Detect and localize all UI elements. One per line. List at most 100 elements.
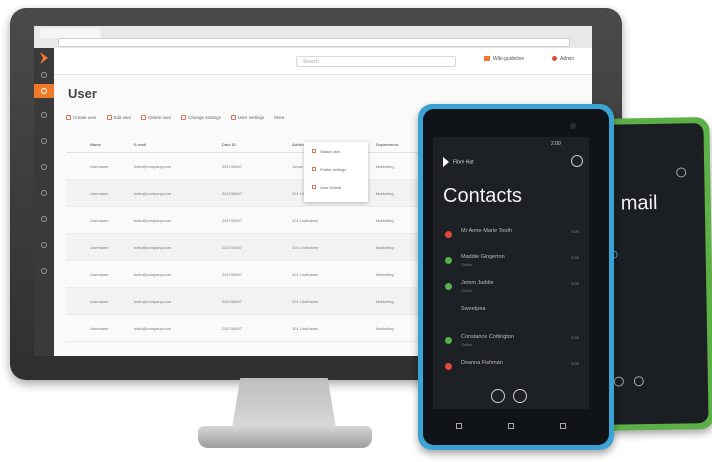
phone-body: 2:00 Fibre Hat Contacts Mr Anne-Marie To… [423,109,609,445]
table-cell: 101 Lindhaven [292,217,319,223]
contact-item[interactable]: Sweetpea [443,305,583,327]
table-cell: Username [90,298,109,304]
browser-chrome [34,26,592,49]
user-settings-button[interactable]: User settings [230,114,264,120]
column-header[interactable]: E-mail [120,142,206,147]
trash-icon [312,185,316,189]
contact-time: 3:00 [571,335,579,340]
dropdown-item[interactable]: User Delete [304,178,368,196]
sidebar-item-4[interactable] [34,160,54,174]
search-icon[interactable] [676,167,687,178]
contact-time: 3:00 [571,361,579,366]
action-toolbar: Create user Edit user Delete user Change… [66,112,284,122]
sidebar-item-5[interactable] [34,186,54,200]
status-icon [312,149,316,153]
phone-blue: 2:00 Fibre Hat Contacts Mr Anne-Marie To… [418,104,614,450]
contact-name: Constance Cottington [461,334,514,340]
table-cell: 2017/06/07 [222,244,243,250]
sync-icon[interactable] [513,389,527,403]
table-cell: 2017/06/07 [222,190,243,196]
search-input[interactable]: Search [296,56,456,67]
wiki-label: Wiki-guideline [493,56,525,62]
table-cell: hello@company.com [134,271,172,277]
table-cell: hello@company.com [134,244,172,250]
gear-icon [230,114,236,120]
windows-icon[interactable] [508,423,514,429]
toolbar-label: More [274,114,285,120]
table-cell: 101 Lindhaven [292,244,319,250]
contact-time: 3:00 [571,281,579,286]
contact-name: Sweetpea [461,306,486,312]
search-icon[interactable] [571,155,583,167]
camera-icon [570,123,576,129]
toolbar-label: Edit user [113,114,132,120]
table-cell: Username [90,325,109,331]
sidebar-item-7[interactable] [34,238,54,252]
sidebar-item-2[interactable] [34,108,54,122]
search-icon[interactable] [560,423,566,429]
app-brand: Fibre Hat [443,157,474,167]
toolbar-label: Create user [73,114,97,120]
table-cell: 101 Lindhaven [292,325,319,331]
table-cell: 2017/06/07 [222,298,243,304]
table-cell: Username [90,190,109,196]
dropdown-item[interactable]: Status user [304,142,368,160]
table-cell: 2017/06/07 [222,325,243,331]
brand-label: Fibre Hat [453,159,474,166]
contact-time: 3:00 [571,255,579,260]
table-cell: Marketing [376,244,394,250]
app-sidebar [34,48,54,356]
dropdown-label: Profile settings [320,166,347,172]
edit-user-button[interactable]: Edit user [106,114,132,120]
sidebar-item-home[interactable] [34,68,54,82]
mail-title: mail [620,191,658,215]
contact-item[interactable]: Constance Cottington Online 3:00 [443,333,583,355]
more-button[interactable]: More [274,115,284,120]
contact-time: 3:00 [571,229,579,234]
avatar [552,56,557,62]
brand-logo-icon [443,157,449,167]
presence-dot-icon [445,337,452,344]
nav-icon [41,164,47,170]
dropdown-label: User Delete [320,184,342,190]
table-cell: 2017/06/07 [222,271,243,277]
user-icon [41,88,47,94]
sidebar-item-6[interactable] [34,212,54,226]
wiki-guideline-link[interactable]: Wiki-guideline [484,56,524,62]
compose-icon[interactable] [613,376,624,387]
table-cell: Username [90,271,109,277]
dropdown-label: Status user [320,148,341,154]
contact-status: Online [461,288,473,293]
contact-item[interactable]: Mr Anne-Marie Tooth 3:00 [443,227,583,249]
table-cell: 101 Lindhaven [292,298,319,304]
contacts-title: Contacts [443,185,522,207]
address-bar[interactable] [58,38,570,47]
browser-tab[interactable] [40,28,101,38]
column-header[interactable]: Date ID [206,142,268,147]
sidebar-item-3[interactable] [34,134,54,148]
toolbar-label: Change settings [188,114,221,120]
contact-item[interactable]: Deanna Fishman 3:00 [443,359,583,381]
contact-item[interactable]: Maddie Gingerton Online 3:00 [443,253,583,275]
sidebar-item-users[interactable] [34,84,54,98]
sidebar-item-8[interactable] [34,264,54,278]
column-header[interactable]: Name [66,142,120,147]
nav-icon [41,242,47,248]
table-cell: 2017/06/07 [222,163,243,169]
table-cell: hello@company.com [134,163,172,169]
back-icon[interactable] [456,423,462,429]
sync-icon[interactable] [633,376,644,387]
delete-user-button[interactable]: Delete user [141,114,171,120]
table-cell: Marketing [376,325,394,331]
dropdown-item[interactable]: Profile settings [304,160,368,178]
presence-dot-icon [445,363,452,370]
table-cell: hello@company.com [134,190,172,196]
contact-item[interactable]: Jemm Juddie Online 3:00 [443,279,583,301]
change-settings-button[interactable]: Change settings [181,114,221,120]
table-cell: Username [90,217,109,223]
user-menu[interactable]: Admin [552,56,574,62]
add-contact-icon[interactable] [491,389,505,403]
contact-name: Deanna Fishman [461,360,503,366]
create-user-button[interactable]: Create user [66,114,97,120]
presence-dot-icon [445,309,452,316]
